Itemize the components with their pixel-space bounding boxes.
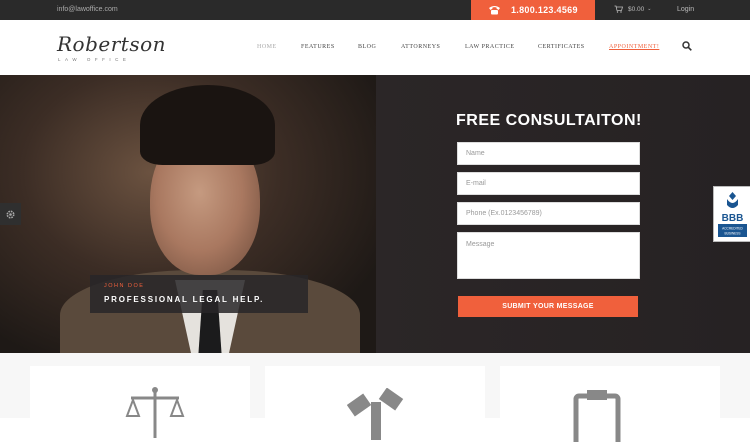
logo[interactable]: Robertson xyxy=(57,32,166,56)
svg-text:BBB: BBB xyxy=(722,213,744,224)
caption-headline: PROFESSIONAL LEGAL HELP. xyxy=(104,295,265,304)
search-icon[interactable] xyxy=(682,41,692,51)
top-bar: info@lawoffice.com 1.800.123.4569 $0.00 … xyxy=(0,0,750,20)
message-textarea[interactable]: Message xyxy=(457,232,640,279)
phone-number: 1.800.123.4569 xyxy=(511,5,578,15)
nav-home[interactable]: HOME xyxy=(257,44,277,50)
feature-card-justice xyxy=(30,366,250,438)
scales-icon xyxy=(125,387,185,438)
cart-icon xyxy=(614,5,623,13)
nav-appointment[interactable]: APPOINTMENT! xyxy=(609,44,659,50)
cart-total: $0.00 xyxy=(628,5,645,13)
form-title: FREE CONSULTAITON! xyxy=(456,112,642,129)
name-input[interactable]: Name xyxy=(457,142,640,165)
gavel-icon xyxy=(347,388,404,440)
phone-box[interactable]: 1.800.123.4569 xyxy=(471,0,595,20)
nav-law-practice[interactable]: LAW PRACTICE xyxy=(465,44,515,50)
login-link[interactable]: Login xyxy=(677,6,694,13)
feature-card-gavel xyxy=(265,366,485,440)
hair-shape xyxy=(140,85,275,165)
features-section xyxy=(0,353,750,442)
svg-text:BUSINESS: BUSINESS xyxy=(724,232,740,236)
gear-icon xyxy=(6,209,15,219)
svg-text:ACCREDITED: ACCREDITED xyxy=(722,227,743,231)
nav-features[interactable]: FEATURES xyxy=(301,44,335,50)
bbb-logo-icon: BBB ACCREDITED BUSINESS xyxy=(718,192,747,237)
logo-subtitle: LAW OFFICE xyxy=(58,57,131,62)
caption-name: JOHN DOE xyxy=(104,283,145,289)
nav-attorneys[interactable]: ATTORNEYS xyxy=(401,44,440,50)
bbb-badge[interactable]: BBB ACCREDITED BUSINESS xyxy=(713,186,750,242)
clipboard-icon xyxy=(573,390,621,442)
hero-caption: JOHN DOE PROFESSIONAL LEGAL HELP. xyxy=(90,275,308,313)
feature-card-clipboard xyxy=(500,366,720,442)
email-input[interactable]: E-mail xyxy=(457,172,640,195)
phone-icon xyxy=(489,6,500,15)
settings-tab[interactable] xyxy=(0,203,21,225)
nav-blog[interactable]: BLOG xyxy=(358,44,376,50)
nav-certificates[interactable]: CERTIFICATES xyxy=(538,44,585,50)
chevron-down-icon: ⌄ xyxy=(647,6,652,12)
site-header: Robertson LAW OFFICE HOME FEATURES BLOG … xyxy=(0,20,750,75)
phone-input[interactable]: Phone (Ex.0123456789) xyxy=(457,202,640,225)
submit-button[interactable]: SUBMIT YOUR MESSAGE xyxy=(458,296,638,317)
hero-section: JOHN DOE PROFESSIONAL LEGAL HELP. FREE C… xyxy=(0,75,750,353)
contact-email[interactable]: info@lawoffice.com xyxy=(57,6,118,13)
cart-button[interactable]: $0.00 ⌄ xyxy=(614,5,651,13)
